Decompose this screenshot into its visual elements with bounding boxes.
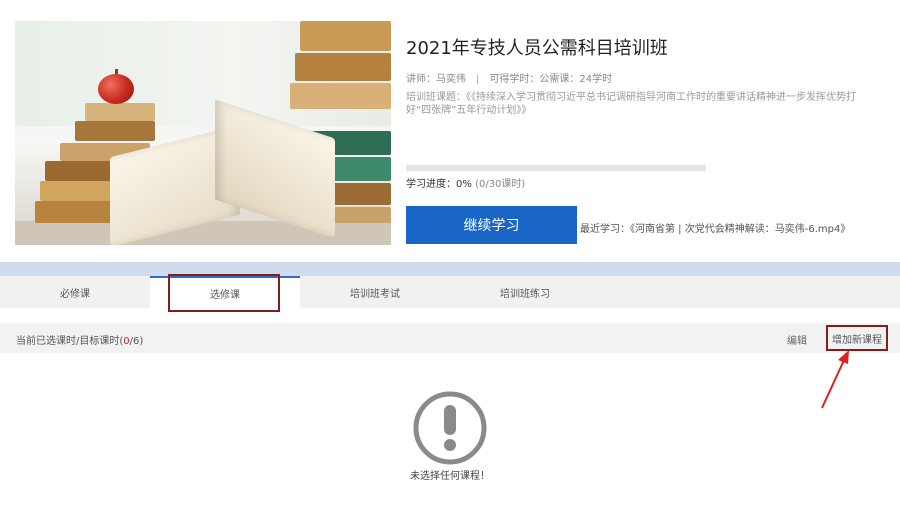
tab-elective-courses[interactable]: 选修课 — [150, 276, 300, 308]
continue-study-button[interactable]: 继续学习 — [406, 206, 577, 244]
selected-hours: 当前已选课时/目标课时(0/6) — [16, 332, 143, 347]
book-stack-item — [75, 121, 155, 141]
progress-bar — [406, 165, 706, 171]
course-teacher: 讲师：马奕伟 — [406, 74, 466, 85]
empty-state-message: 未选择任何课程！ — [410, 471, 490, 482]
annotation-arrow — [821, 350, 849, 409]
course-meta: 讲师：马奕伟 | 可得学时：公需课：24学时 — [406, 70, 612, 85]
edit-button[interactable]: 编辑 — [787, 332, 807, 347]
tab-class-practice[interactable]: 培训班练习 — [450, 276, 600, 308]
tabs-band — [0, 262, 900, 276]
add-course-button[interactable]: 增加新课程 — [826, 325, 888, 351]
tab-required-courses[interactable]: 必修课 — [0, 276, 150, 308]
arrow-head — [838, 350, 849, 364]
hours-suffix: /6) — [129, 336, 144, 347]
book-stack-item — [290, 83, 391, 109]
apple — [98, 74, 134, 104]
meta-separator: | — [476, 74, 480, 85]
exclamation-circle-icon — [413, 391, 487, 465]
book-stack-item — [295, 53, 391, 81]
course-credits: 可得学时：公需课：24学时 — [489, 74, 613, 85]
recent-study-link[interactable]: 最近学习：《河南省第 | 次党代会精神解读：马奕伟-6.mp4》 — [580, 220, 850, 235]
progress-detail: (0/30课时) — [475, 179, 526, 190]
tab-class-exam[interactable]: 培训班考试 — [300, 276, 450, 308]
hours-prefix: 当前已选课时/目标课时( — [16, 336, 124, 347]
book-stack-item — [85, 103, 155, 121]
course-tabs: 必修课 选修课 培训班考试 培训班练习 — [0, 276, 900, 308]
progress-text: 学习进度：0% (0/30课时) — [406, 175, 525, 190]
course-cover-image — [15, 21, 391, 245]
course-title: 2021年专技人员公需科目培训班 — [406, 38, 668, 59]
progress-label: 学习进度：0% — [406, 179, 472, 190]
arrow-shaft — [821, 357, 846, 409]
book-stack-item — [300, 21, 391, 51]
course-description: 培训班课题：《《持续深入学习贯彻习近平总书记调研指导河南工作时的重要讲话精神进一… — [406, 92, 856, 116]
elective-toolbar: 当前已选课时/目标课时(0/6) 编辑 增加新课程 — [0, 323, 900, 353]
